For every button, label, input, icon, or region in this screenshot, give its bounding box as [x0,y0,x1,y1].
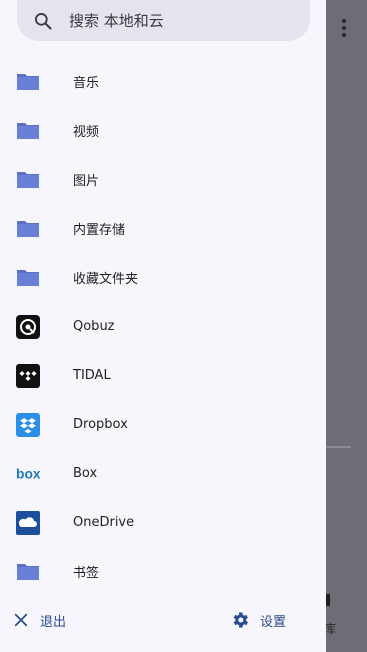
drawer-item-label: 书签 [73,566,100,581]
svg-text:box: box [16,465,40,481]
exit-label: 退出 [40,614,67,630]
drawer-list: 音乐 视频 图片 内置存储 收藏文件夹 Qobuz TIDAL Dropbox … [0,57,326,596]
navigation-drawer: 搜索 本地和云 音乐 视频 图片 内置存储 收藏文件夹 Qobuz TIDAL … [0,0,326,652]
folder-icon [16,119,40,143]
drawer-item-label: 音乐 [73,76,100,91]
drawer-item-bookmarks[interactable]: 书签 [0,547,326,596]
folder-icon [16,217,40,241]
drawer-item-music[interactable]: 音乐 [0,57,326,106]
folder-icon [16,560,40,584]
folder-icon [16,266,40,290]
search-icon [35,12,52,29]
drawer-item-tidal[interactable]: TIDAL [0,351,326,400]
qobuz-icon [16,314,40,339]
box-icon: box [16,462,40,486]
search-bar[interactable]: 搜索 本地和云 [17,0,310,41]
drawer-item-label: 视频 [73,125,100,140]
exit-button[interactable]: 退出 [12,600,66,640]
drawer-item-label: 内置存储 [73,223,126,238]
drawer-item-onedrive[interactable]: OneDrive [0,498,326,547]
more-options-icon[interactable] [336,14,352,42]
drawer-item-video[interactable]: 视频 [0,106,326,155]
onedrive-icon [16,510,40,535]
close-icon [14,613,28,627]
tidal-icon [16,363,40,388]
drawer-item-dropbox[interactable]: Dropbox [0,400,326,449]
settings-label: 设置 [260,614,287,630]
drawer-item-label: Box [73,466,98,481]
drawer-item-pictures[interactable]: 图片 [0,155,326,204]
search-input[interactable]: 搜索 本地和云 [69,10,164,31]
drawer-item-label: TIDAL [73,368,111,383]
drawer-item-favorite-folders[interactable]: 收藏文件夹 [0,253,326,302]
drawer-footer: 退出 设置 [0,600,326,640]
drawer-item-label: 图片 [73,174,100,189]
drawer-item-label: Dropbox [73,417,128,432]
folder-icon [16,70,40,94]
dropbox-icon [16,412,40,437]
background-divider [326,446,351,448]
folder-icon [16,168,40,192]
gear-icon [233,612,248,628]
drawer-item-qobuz[interactable]: Qobuz [0,302,326,351]
drawer-item-label: 收藏文件夹 [73,272,139,287]
drawer-item-box[interactable]: box Box [0,449,326,498]
drawer-item-label: Qobuz [73,319,115,334]
drawer-item-internal-storage[interactable]: 内置存储 [0,204,326,253]
drawer-item-label: OneDrive [73,515,135,530]
settings-button[interactable]: 设置 [230,600,286,640]
